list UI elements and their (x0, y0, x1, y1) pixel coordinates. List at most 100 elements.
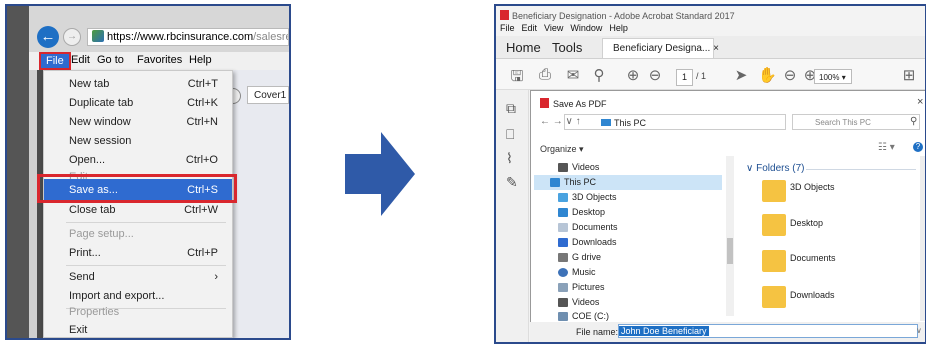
search-icon[interactable]: ⚲ (590, 66, 608, 84)
cover-tab[interactable]: Cover1 (247, 86, 289, 104)
folders-group-header[interactable]: ∨ Folders (7) (746, 163, 804, 174)
select-cursor-icon[interactable]: ➤ (732, 66, 750, 84)
tree-item-downloads[interactable]: Downloads (534, 235, 722, 250)
forward-arrow-icon[interactable]: → (63, 28, 81, 46)
next-page-icon[interactable]: ⊖ (646, 66, 664, 84)
menu-item-label: Print... (69, 247, 101, 259)
menu-separator (66, 222, 226, 223)
tree-item-videos-2[interactable]: Videos (534, 295, 722, 310)
menu-item-label: Send (69, 271, 95, 283)
menu-goto[interactable]: Go to (97, 54, 124, 66)
tab-document[interactable]: Beneficiary Designa... × (602, 38, 719, 58)
menu-item-send[interactable]: Send › (44, 268, 232, 287)
view-options-icon[interactable]: ☷ ▾ (878, 142, 895, 153)
computer-icon (550, 178, 560, 187)
menu-item-new-tab[interactable]: New tab Ctrl+T (44, 75, 232, 94)
acro-menu-file[interactable]: File (500, 23, 515, 33)
menu-item-label: Exit (69, 324, 88, 336)
folder-desktop[interactable]: Desktop (790, 218, 823, 228)
menu-help[interactable]: Help (189, 54, 212, 66)
zoom-select[interactable]: 100% ▾ (814, 69, 852, 84)
tree-scrollbar[interactable] (726, 156, 734, 316)
path-breadcrumb[interactable]: This PC (564, 114, 786, 130)
videos-icon (558, 298, 568, 307)
menu-item-label: Duplicate tab (69, 97, 134, 109)
folder-icon[interactable] (762, 286, 786, 308)
videos-icon (558, 163, 568, 172)
pages-panel-icon[interactable]: ⧉ (506, 100, 516, 117)
menu-item-label: Close tab (69, 204, 116, 216)
tree-item-music[interactable]: Music (534, 265, 722, 280)
tree-item-documents[interactable]: Documents (534, 220, 722, 235)
print-icon[interactable]: ⎙ (536, 66, 554, 83)
menu-item-label: Page setup... (69, 228, 134, 240)
download-icon (558, 238, 568, 247)
file-name-input[interactable]: John Doe Beneficiary (618, 324, 918, 338)
menu-item-print[interactable]: Print... Ctrl+P (44, 244, 232, 263)
folder-documents[interactable]: Documents (790, 253, 836, 263)
tree-item-pictures[interactable]: Pictures (534, 280, 722, 295)
hand-tool-icon[interactable]: ✋ (758, 66, 777, 84)
acro-menu-help[interactable]: Help (609, 23, 628, 33)
folder-3d-objects[interactable]: 3D Objects (790, 182, 835, 192)
menu-item-exit[interactable]: Exit (44, 321, 232, 338)
fit-page-icon[interactable]: ⊞ (900, 66, 918, 84)
tree-item-label: Downloads (572, 237, 617, 247)
folder-icon[interactable] (762, 250, 786, 272)
attachment-icon[interactable]: ⌇ (506, 150, 513, 167)
menu-item-shortcut: Ctrl+N (186, 116, 218, 128)
close-icon[interactable]: × (917, 96, 923, 108)
menu-separator (66, 265, 226, 266)
signature-icon[interactable]: ✎ (506, 174, 518, 191)
tree-item-label: Documents (572, 222, 618, 232)
drive-icon (558, 253, 568, 262)
close-tab-icon[interactable]: × (713, 43, 719, 54)
menu-edit[interactable]: Edit (71, 54, 90, 66)
tree-item-label: 3D Objects (572, 192, 617, 202)
menu-item-new-window[interactable]: New window Ctrl+N (44, 113, 232, 132)
acrobat-toolbar (496, 59, 925, 90)
list-scrollbar[interactable] (920, 156, 925, 321)
page-total: / 1 (696, 71, 707, 81)
menu-file[interactable]: File (39, 52, 71, 70)
zoom-out-icon[interactable]: ⊖ (781, 66, 799, 84)
tree-item-label: G drive (572, 252, 602, 262)
chevron-down-icon[interactable]: ∨ (916, 326, 922, 335)
tab-tools[interactable]: Tools (552, 40, 582, 55)
folder-downloads[interactable]: Downloads (790, 290, 835, 300)
menu-favorites[interactable]: Favorites (137, 54, 182, 66)
tree-scroll-thumb[interactable] (727, 238, 733, 264)
acro-menu-window[interactable]: Window (570, 23, 602, 33)
menu-item-duplicate-tab[interactable]: Duplicate tab Ctrl+K (44, 94, 232, 113)
tree-item-desktop[interactable]: Desktop (534, 205, 722, 220)
menu-item-label: New tab (69, 78, 110, 90)
search-input[interactable]: Search This PC (792, 114, 920, 130)
tree-item-3d-objects[interactable]: 3D Objects (534, 190, 722, 205)
page-content-area (233, 70, 289, 338)
dialog-title: Save As PDF (540, 98, 607, 109)
acro-menu-edit[interactable]: Edit (522, 23, 538, 33)
folder-icon[interactable] (762, 214, 786, 236)
save-icon[interactable]: 🖫 (508, 66, 526, 91)
save-as-highlight-box (37, 174, 237, 203)
folders-header-text: Folders (7) (756, 163, 805, 174)
navigation-tree: Videos This PC 3D Objects Desktop Docume… (534, 154, 734, 321)
folder-icon[interactable] (762, 180, 786, 202)
help-icon[interactable]: ? (913, 142, 923, 152)
ie-menubar: File Edit Go to Favorites Help (29, 52, 289, 70)
folders-divider (806, 169, 916, 170)
tree-item-g-drive[interactable]: G drive (534, 250, 722, 265)
bookmark-icon[interactable]: ⎕ (506, 126, 514, 143)
back-arrow-icon[interactable]: ← (37, 26, 59, 48)
prev-page-icon[interactable]: ⊕ (624, 66, 642, 84)
address-bar[interactable]: https://www.rbcinsurance.com/salesresour (87, 28, 289, 46)
tab-home[interactable]: Home (506, 40, 541, 55)
tree-item-videos[interactable]: Videos (534, 160, 722, 175)
page-number-input[interactable]: 1 (676, 69, 693, 86)
email-icon[interactable]: ✉ (564, 66, 582, 84)
menu-item-close-tab[interactable]: Close tab Ctrl+W (44, 201, 232, 220)
acro-menu-view[interactable]: View (544, 23, 563, 33)
tree-item-this-pc[interactable]: This PC (534, 175, 722, 190)
cube-icon (558, 193, 568, 202)
menu-item-new-session[interactable]: New session (44, 132, 232, 151)
